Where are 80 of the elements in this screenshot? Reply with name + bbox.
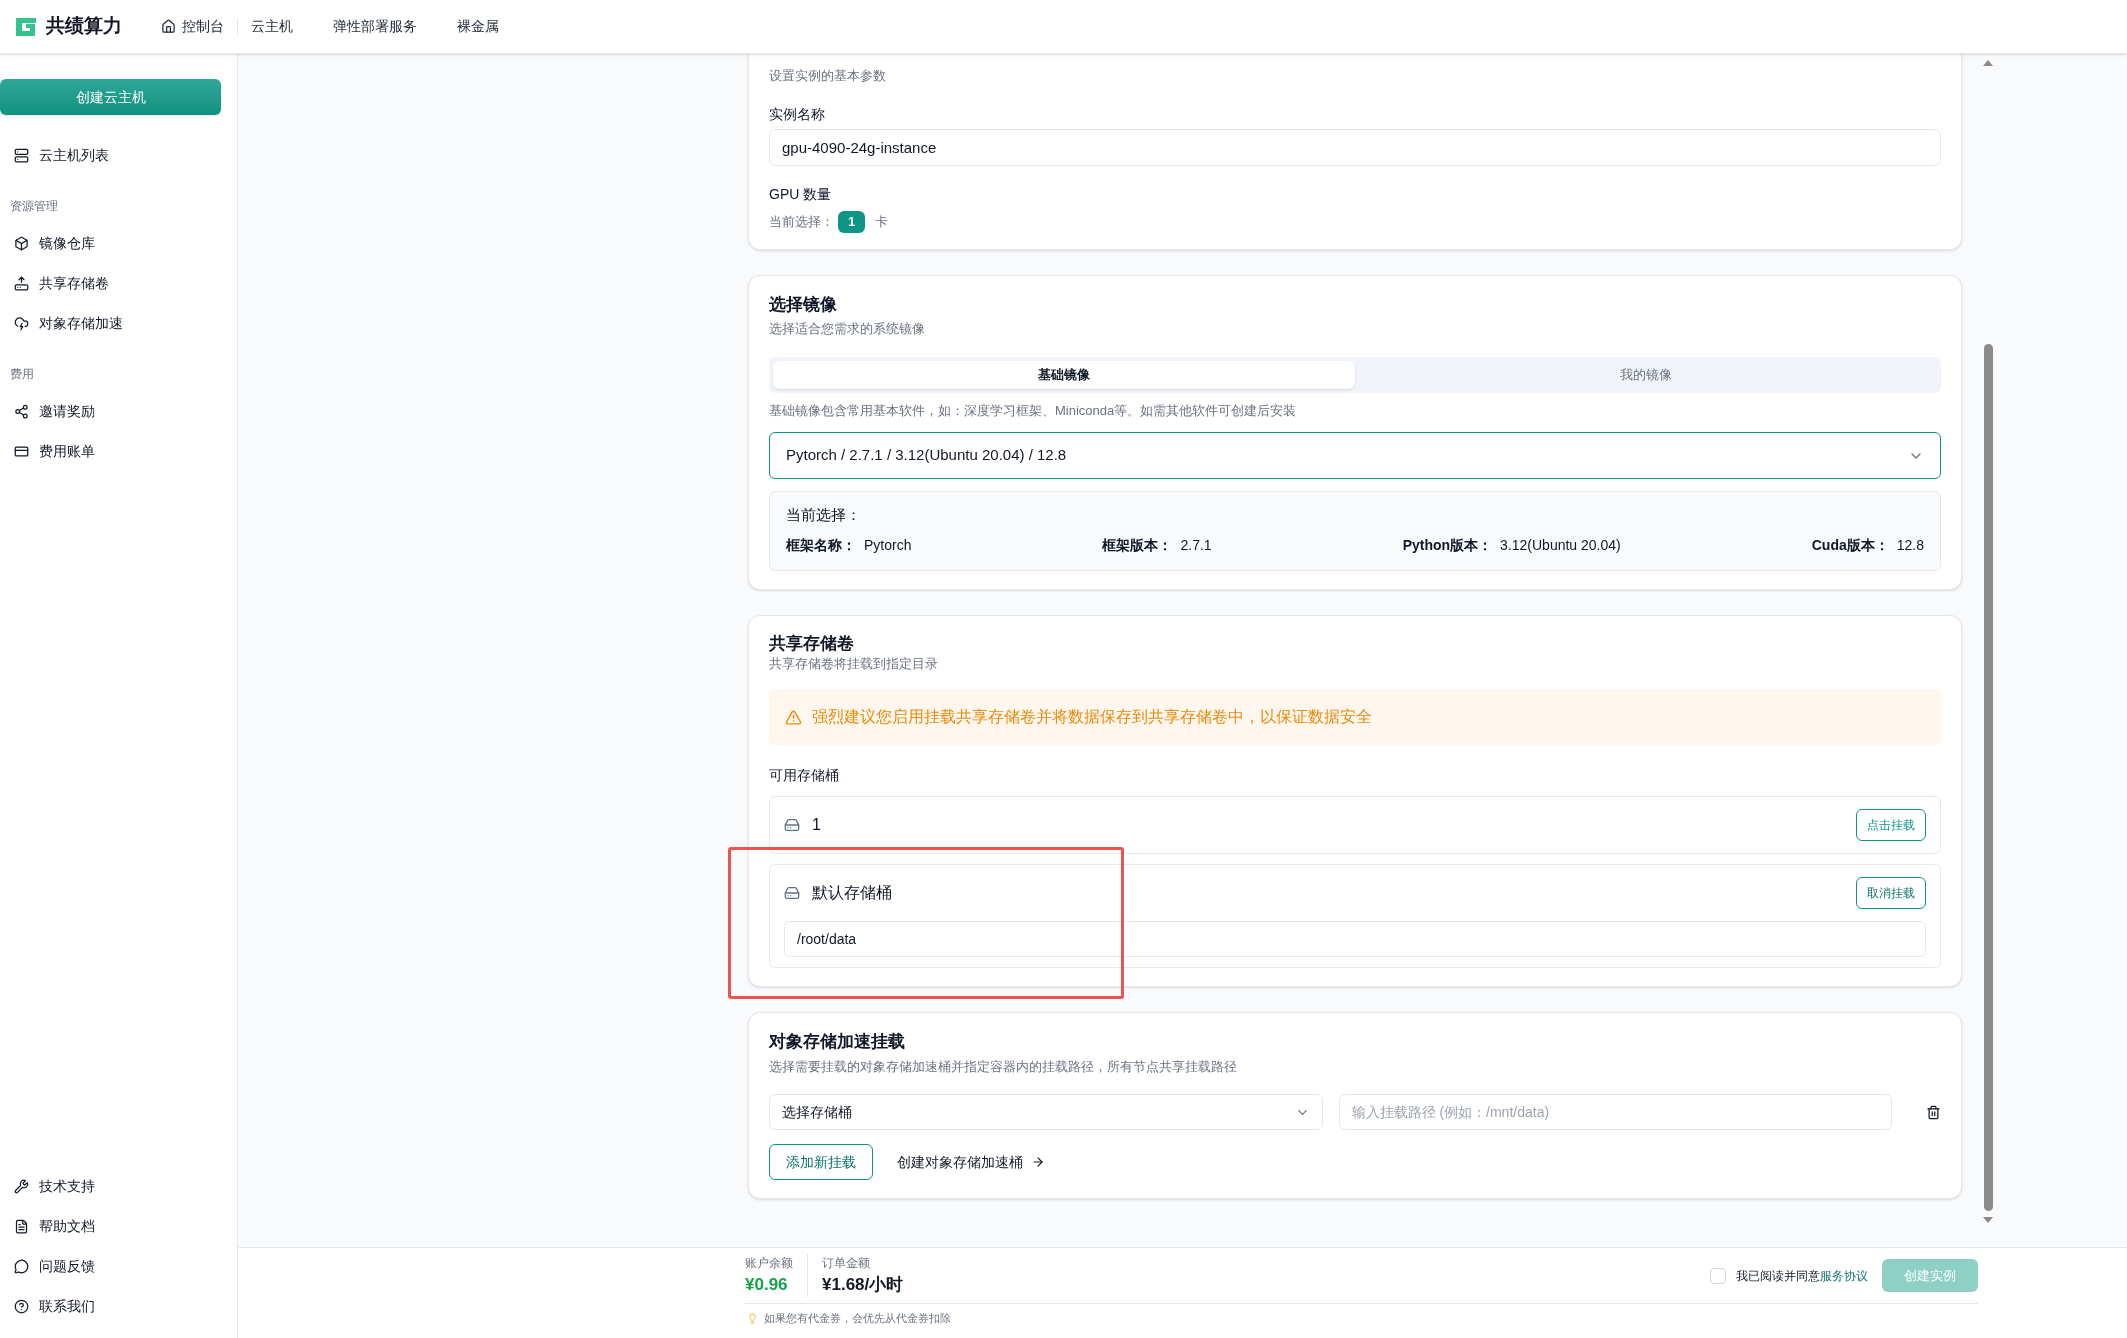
agree-checkbox[interactable] <box>1710 1267 1726 1284</box>
sidebar-item[interactable]: 对象存储加速 <box>0 303 237 343</box>
order-label: 订单金额 <box>822 1254 871 1272</box>
nav-link[interactable]: 裸金属 <box>444 16 512 37</box>
current-selection-label: 当前选择： <box>769 212 834 231</box>
sidebar-item[interactable]: 费用账单 <box>0 431 237 471</box>
card-icon <box>14 443 29 459</box>
section-title: 选择镜像 <box>769 293 838 316</box>
brand-name: 共绩算力 <box>46 14 122 39</box>
nav-link[interactable]: 控制台 <box>148 16 237 37</box>
spec-value: Pytorch <box>864 535 912 555</box>
drive-icon <box>784 885 800 901</box>
section-title: 对象存储加速挂载 <box>769 1031 906 1053</box>
sidebar-item[interactable]: 邀请奖励 <box>0 391 237 431</box>
wrench-icon <box>14 1178 29 1194</box>
mount-path-field[interactable]: /root/data <box>784 921 1926 957</box>
section-subtitle: 共享存储卷将挂载到指定目录 <box>769 654 939 673</box>
sidebar-item[interactable]: 技术支持 <box>0 1166 237 1206</box>
mount-button[interactable]: 点击挂载 <box>1856 809 1926 841</box>
spec-label: Python版本： <box>1402 535 1493 555</box>
warning-banner: 强烈建议您启用挂载共享存储卷并将数据保存到共享存储卷中，以保证数据安全 <box>769 689 1941 745</box>
sidebar-section-title: 费用 <box>9 366 35 383</box>
bucket-name: 默认存储桶 <box>812 883 892 903</box>
section-subtitle: 选择适合您需求的系统镜像 <box>769 320 926 338</box>
section-subtitle: 设置实例的基本参数 <box>769 67 887 85</box>
lightbulb-icon <box>747 1312 758 1324</box>
delete-icon[interactable] <box>1926 1104 1941 1120</box>
section-title: 共享存储卷 <box>769 633 855 654</box>
drive-icon <box>784 817 800 833</box>
image-tab[interactable]: 基础镜像 <box>773 360 1355 389</box>
bucket-name: 1 <box>812 815 821 835</box>
spec-label: Cuda版本： <box>1811 535 1889 555</box>
home-icon <box>161 19 176 34</box>
balance-label: 账户余额 <box>745 1254 793 1272</box>
spec-label: 框架名称： <box>786 535 856 555</box>
order-amount: ¥1.68/小时 <box>822 1273 904 1296</box>
upload-icon <box>14 275 29 291</box>
instance-name-field[interactable]: gpu-4090-24g-instance <box>769 128 1941 166</box>
sidebar-item[interactable]: 问题反馈 <box>0 1246 237 1286</box>
bucket-select[interactable]: 选择存储桶 <box>769 1094 1323 1130</box>
mount-button[interactable]: 取消挂载 <box>1856 877 1926 909</box>
image-select[interactable]: Pytorch / 2.7.1 / 3.12(Ubuntu 20.04) / 12.8 <box>769 432 1941 479</box>
current-selection-label: 当前选择： <box>786 505 862 525</box>
mount-path-field[interactable]: 输入挂载路径 (例如：/mnt/data) <box>1338 1094 1893 1130</box>
add-mount-button[interactable]: 添加新挂载 <box>769 1144 873 1180</box>
sidebar-item[interactable]: 镜像仓库 <box>0 223 237 263</box>
image-hint: 基础镜像包含常用基本软件，如：深度学习框架、Miniconda等。如需其他软件可创建后安装 <box>769 401 1298 420</box>
image-tab[interactable]: 我的镜像 <box>1355 360 1937 389</box>
sidebar-item[interactable]: 帮助文档 <box>0 1206 237 1246</box>
logo-icon <box>14 15 38 38</box>
server-icon <box>14 147 29 163</box>
chat-icon <box>14 1258 29 1274</box>
gpu-unit: 卡 <box>875 212 889 231</box>
service-agreement-link[interactable]: 服务协议 <box>1820 1268 1868 1283</box>
create-bucket-link[interactable]: 创建对象存储加速桶 <box>897 1151 1045 1173</box>
spec-value: 3.12(Ubuntu 20.04) <box>1500 535 1621 555</box>
arrow-right-icon <box>1031 1155 1045 1169</box>
spec-label: 框架版本： <box>1102 535 1173 555</box>
balance-amount: ¥0.96 <box>745 1273 789 1296</box>
spec-value: 2.7.1 <box>1180 535 1212 555</box>
share-icon <box>14 403 29 419</box>
cloud-icon <box>14 315 29 331</box>
section-subtitle: 选择需要挂载的对象存储加速桶并指定容器内的挂载路径，所有节点共享挂载路径 <box>769 1057 1238 1076</box>
warning-icon <box>785 708 802 726</box>
field-label: GPU 数量 <box>769 184 833 204</box>
gpu-count-badge: 1 <box>838 210 866 233</box>
sidebar-item[interactable]: 共享存储卷 <box>0 263 237 303</box>
field-label: 实例名称 <box>769 104 826 124</box>
agreement-text: 我已阅读并同意服务协议 <box>1736 1267 1868 1285</box>
cube-icon <box>14 235 29 251</box>
spec-value: 12.8 <box>1896 535 1924 555</box>
sidebar-section-title: 资源管理 <box>9 198 59 215</box>
field-label: 可用存储桶 <box>769 766 840 785</box>
document-icon <box>14 1218 29 1234</box>
sidebar-item[interactable]: 云主机列表 <box>0 135 237 175</box>
voucher-tip: 如果您有代金券，会优先从代金券扣除 <box>764 1311 951 1326</box>
nav-link[interactable]: 弹性部署服务 <box>320 16 430 37</box>
nav-link[interactable]: 云主机 <box>238 16 306 37</box>
help-icon <box>14 1298 29 1314</box>
sidebar-item[interactable]: 联系我们 <box>0 1286 237 1326</box>
